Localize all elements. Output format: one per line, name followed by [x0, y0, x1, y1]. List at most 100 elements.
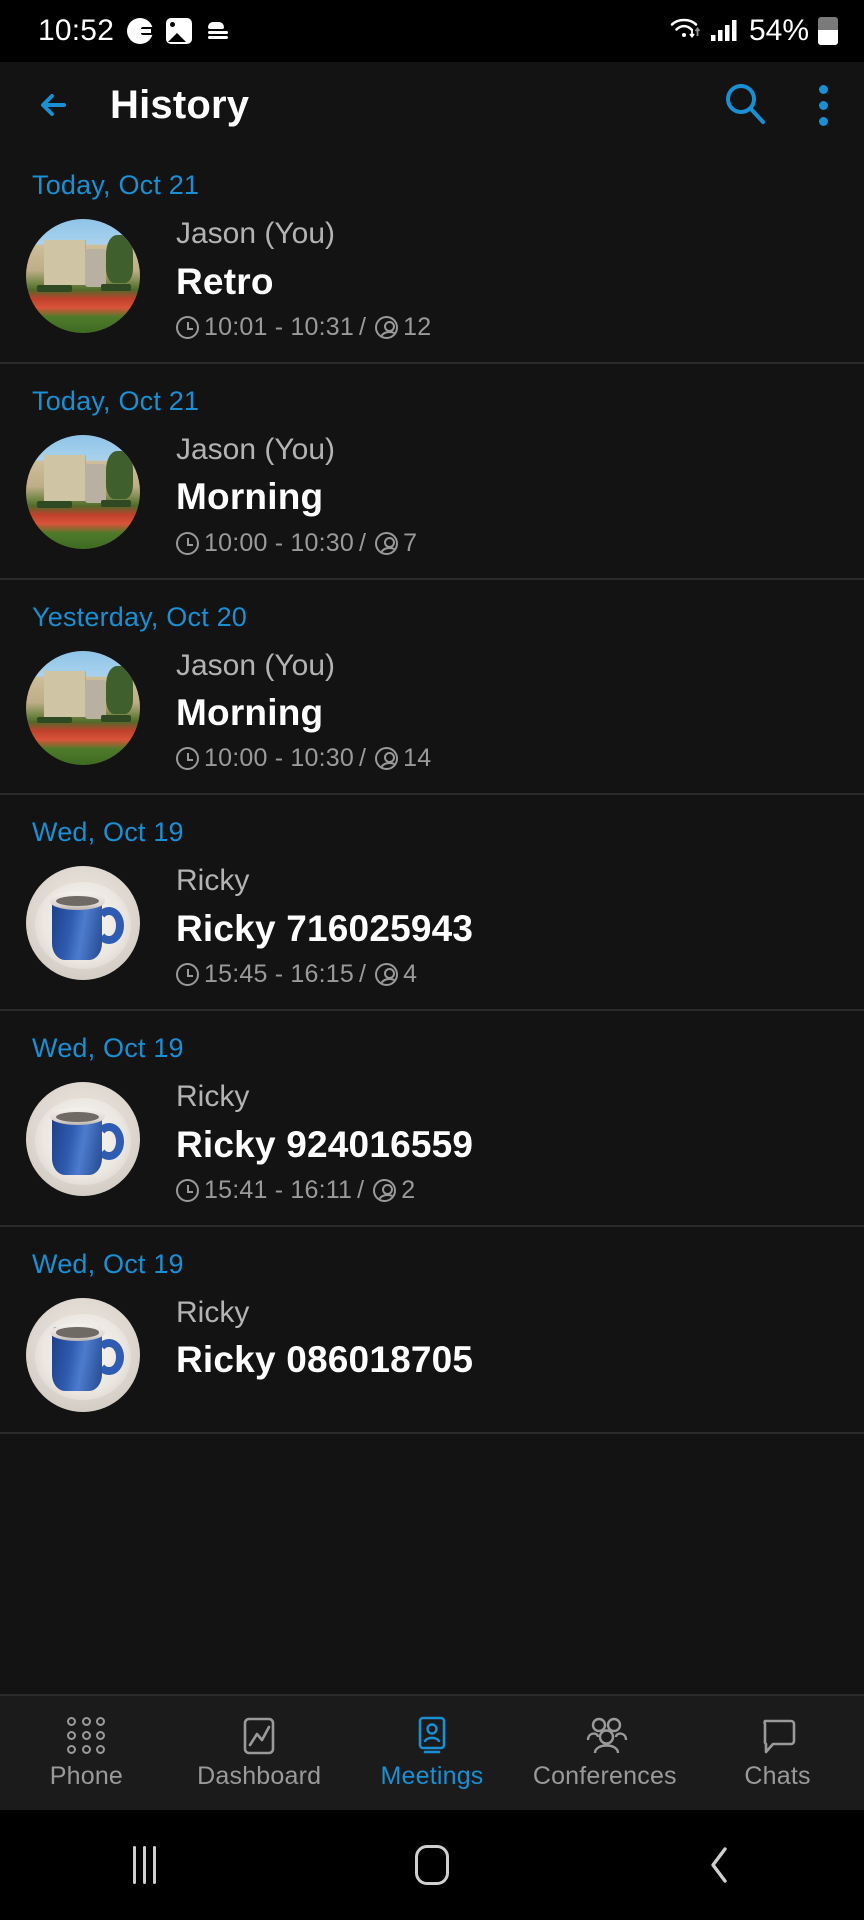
history-item-title: Morning: [176, 692, 324, 733]
history-list-item[interactable]: Today, Oct 21 Jason (You) Retro 10:01 - …: [0, 148, 864, 364]
search-icon[interactable]: [721, 79, 769, 132]
history-item-participants: 14: [403, 744, 432, 773]
phone-screen: 10:52 54% History Today, Oct 21 Jason (Y…: [0, 0, 864, 1920]
avatar: [26, 219, 140, 333]
history-item-time-range: 10:01 - 10:31: [204, 312, 354, 341]
status-bar: 10:52 54%: [0, 0, 864, 62]
speech-bubble-icon: [756, 1715, 800, 1755]
history-item-participants: 2: [401, 1175, 416, 1204]
clock-icon: [176, 747, 199, 771]
history-item-body: Jason (You) Morning 10:00 - 10:30 / 14: [0, 647, 864, 774]
image-icon: [166, 18, 193, 44]
history-item-meta: 10:00 - 10:30 / 14: [176, 744, 864, 773]
history-item-meta: 15:41 - 16:11 / 2: [176, 1176, 864, 1205]
nav-label-conferences: Conferences: [532, 1762, 677, 1790]
history-item-date: Wed, Oct 19: [32, 1033, 184, 1063]
meeting-person-screen-icon: [410, 1715, 454, 1755]
kebab-menu-icon[interactable]: [813, 79, 834, 132]
history-list-item[interactable]: Wed, Oct 19 Ricky Ricky 924016559 15:41 …: [0, 1011, 864, 1227]
avatar: [26, 1082, 140, 1196]
clock-icon: [176, 531, 199, 555]
participants-icon: [375, 747, 399, 771]
history-list[interactable]: Today, Oct 21 Jason (You) Retro 10:01 - …: [0, 148, 864, 1920]
avatar: [26, 1297, 140, 1412]
history-list-item[interactable]: Wed, Oct 19 Ricky Ricky 086018705: [0, 1227, 864, 1434]
dialpad-icon: [64, 1715, 108, 1755]
history-item-meta: 15:45 - 16:15 / 4: [176, 960, 864, 989]
history-item-owner: Ricky: [176, 864, 250, 898]
clock-icon: [176, 315, 199, 339]
bottom-navigation-bar: Phone Dashboard Meetings Conferences Cha: [0, 1694, 864, 1810]
meta-separator: /: [358, 960, 367, 988]
status-bar-clock: 10:52: [38, 14, 115, 47]
history-item-date: Today, Oct 21: [32, 170, 200, 200]
meta-separator: /: [358, 312, 367, 341]
layers-icon: [205, 18, 231, 44]
history-item-title: Ricky 086018705: [176, 1339, 474, 1381]
avatar: [26, 866, 140, 981]
system-navigation-bar: [0, 1810, 864, 1920]
app-bar: History: [0, 62, 864, 148]
history-item-date: Wed, Oct 19: [32, 817, 184, 848]
battery-icon: [818, 17, 838, 45]
history-item-body: Ricky Ricky 086018705: [0, 1294, 864, 1412]
history-item-time-range: 15:41 - 16:11: [204, 1175, 353, 1204]
history-list-item[interactable]: Yesterday, Oct 20 Jason (You) Morning 10…: [0, 580, 864, 796]
history-item-text: Jason (You) Morning 10:00 - 10:30 / 14: [140, 647, 864, 774]
history-item-text: Ricky Ricky 716025943 15:45 - 16:15 / 4: [140, 862, 864, 989]
cellular-signal-icon: [710, 15, 740, 48]
nav-label-meetings: Meetings: [380, 1762, 484, 1790]
history-item-participants: 7: [403, 528, 418, 557]
participants-icon: [375, 531, 399, 555]
back-icon[interactable]: [576, 1843, 864, 1887]
history-item-participants: 12: [403, 312, 432, 341]
history-item-owner: Ricky: [176, 1295, 250, 1329]
history-item-time-range: 10:00 - 10:30: [204, 528, 354, 557]
history-item-owner: Jason (You): [176, 648, 335, 682]
chart-icon: [237, 1715, 281, 1755]
history-item-time-range: 10:00 - 10:30: [204, 744, 354, 773]
clock-icon: [176, 963, 199, 986]
nav-label-dashboard: Dashboard: [197, 1762, 322, 1790]
nav-label-phone: Phone: [49, 1762, 124, 1790]
history-item-owner: Jason (You): [176, 432, 335, 466]
nav-item-chats[interactable]: Chats: [691, 1715, 864, 1791]
nav-item-dashboard[interactable]: Dashboard: [173, 1715, 346, 1791]
history-list-item[interactable]: Wed, Oct 19 Ricky Ricky 716025943 15:45 …: [0, 795, 864, 1011]
wifi-icon: [669, 15, 701, 48]
battery-percent-label: 54%: [748, 14, 809, 47]
status-bar-right: 54%: [669, 14, 838, 48]
history-item-body: Ricky Ricky 924016559 15:41 - 16:11 / 2: [0, 1078, 864, 1205]
avatar: [26, 650, 140, 765]
history-item-text: Ricky Ricky 924016559 15:41 - 16:11 / 2: [140, 1078, 864, 1205]
history-item-meta: 10:00 - 10:30 / 7: [176, 529, 864, 558]
history-item-body: Jason (You) Morning 10:00 - 10:30 / 7: [0, 431, 864, 558]
history-item-time-range: 15:45 - 16:15: [204, 960, 354, 988]
history-item-owner: Ricky: [176, 1080, 250, 1113]
nav-item-conferences[interactable]: Conferences: [518, 1715, 691, 1791]
app-bar-actions: [721, 79, 834, 132]
history-item-date: Yesterday, Oct 20: [32, 601, 248, 632]
nav-item-meetings[interactable]: Meetings: [346, 1715, 519, 1791]
history-item-owner: Jason (You): [176, 217, 335, 250]
clock-icon: [176, 1178, 199, 1202]
history-list-item[interactable]: Today, Oct 21 Jason (You) Morning 10:00 …: [0, 364, 864, 580]
history-item-title: Ricky 924016559: [176, 1123, 474, 1165]
history-item-body: Ricky Ricky 716025943 15:45 - 16:15 / 4: [0, 862, 864, 989]
recents-icon[interactable]: [0, 1846, 288, 1884]
history-item-body: Jason (You) Retro 10:01 - 10:31 / 12: [0, 215, 864, 342]
back-arrow-icon[interactable]: [34, 83, 78, 127]
avatar: [26, 434, 140, 549]
history-item-text: Jason (You) Morning 10:00 - 10:30 / 7: [140, 431, 864, 558]
history-item-text: Jason (You) Retro 10:01 - 10:31 / 12: [140, 215, 864, 342]
participants-icon: [375, 963, 399, 986]
history-item-text: Ricky Ricky 086018705: [140, 1294, 864, 1392]
history-item-date: Today, Oct 21: [32, 385, 200, 416]
history-item-participants: 4: [403, 960, 418, 988]
nav-item-phone[interactable]: Phone: [0, 1715, 173, 1791]
home-icon[interactable]: [288, 1845, 576, 1885]
page-title: History: [110, 82, 250, 127]
status-bar-left: 10:52: [38, 14, 231, 48]
history-item-meta: 10:01 - 10:31 / 12: [176, 313, 864, 342]
nav-label-chats: Chats: [744, 1762, 811, 1790]
